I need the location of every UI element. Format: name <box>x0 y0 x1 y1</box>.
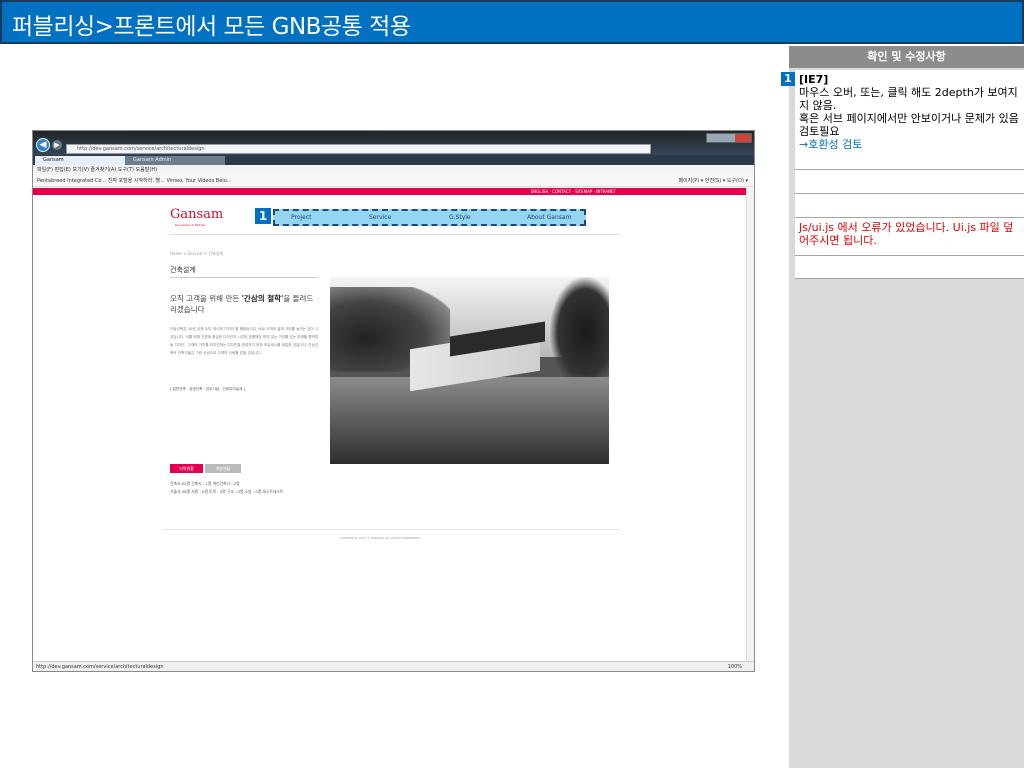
footer-divider <box>163 529 620 530</box>
status-bar: http://dev.gansam.com/service/architectu… <box>33 661 754 671</box>
tab-strip: Gansam Gansam Admin <box>33 155 754 165</box>
status-url: http://dev.gansam.com/service/architectu… <box>36 664 164 670</box>
note-row-2 <box>795 170 1024 194</box>
window-controls[interactable] <box>706 133 752 143</box>
logo-subtitle: Developer & Partner <box>175 223 206 227</box>
stats-line-1: 건축사:50명 건축사 : 1명 개인건축사 : 2명 <box>170 481 240 486</box>
browser-screenshot: ◀ ▶ http://dev.gansam.com/service/archit… <box>32 130 755 672</box>
notes-table: [IE7] 마우스 오버, 또는, 클릭 해도 2depth가 보여지지 않음.… <box>795 70 1024 279</box>
address-bar[interactable]: http://dev.gansam.com/service/architectu… <box>66 144 651 154</box>
tab-gansam-admin[interactable]: Gansam Admin <box>125 156 225 165</box>
review-panel: 확인 및 수정사항 [IE7] 마우스 오버, 또는, 클릭 해도 2depth… <box>789 46 1024 768</box>
headline-bold: '간삼의 철학' <box>241 294 284 303</box>
staff-stats: 건축사:50명 건축사 : 1명 개인건축사 : 2명 기술사:38명 사용 :… <box>170 480 283 496</box>
slide: 퍼블리싱>프론트에서 모든 GNB공통 적용 ◀ ▶ http://dev.ga… <box>0 0 1024 768</box>
slide-title: 퍼블리싱>프론트에서 모든 GNB공통 적용 <box>12 14 411 40</box>
note-line-1: 마우스 오버, 또는, 클릭 해도 2depth가 보여지지 않음. <box>799 86 1018 112</box>
back-arrow-icon[interactable]: ◀ <box>36 138 50 152</box>
panel-header: 확인 및 수정사항 <box>789 46 1024 68</box>
favorites-bar: Pentabreed Integrated Co... 진짜 포털을 시작하라.… <box>33 175 754 187</box>
service-tags: [ 일반건축 · 공공건축 · 업무시설 · 인테리어설계 ] <box>170 387 245 391</box>
site-page: Gansam Developer & Partner 1 Project Ser… <box>33 195 754 661</box>
breadcrumb[interactable]: Home > Service > 건축설계 <box>170 251 223 257</box>
stats-line-2: 기술사:38명 사용 : 0명 토목 : 0명 구조 : 0명 소방 : 0명 … <box>170 489 284 494</box>
toolbar-right[interactable]: 페이지(P) ▾ 안전(S) ▾ 도구(O) ▾ <box>678 175 748 187</box>
page-title: 건축설계 <box>170 266 196 274</box>
header-divider <box>170 234 620 235</box>
gnb-item-project[interactable]: Project <box>291 214 312 221</box>
note-badge: 1 <box>781 72 795 86</box>
gnb-menu: Project Service G.Style About Gansam <box>273 209 586 226</box>
building-photo <box>330 277 609 464</box>
gansam-logo[interactable]: Gansam <box>170 207 223 222</box>
site-top-strip: ENGLISH · CONTACT · SITEMAP · INTRANET <box>33 188 754 195</box>
body-text: 간삼건축은 30년 넘게 오직 '하나의 디자인'을 해왔습니다. 바로 고객의… <box>170 327 319 355</box>
close-icon[interactable] <box>735 134 751 142</box>
gnb-item-about[interactable]: About Gansam <box>527 214 571 221</box>
headline: 오직 고객을 위해 만든 '간삼의 철학'을 들려드리겠습니다 <box>170 293 320 315</box>
note-row-1: [IE7] 마우스 오버, 또는, 클릭 해도 2depth가 보여지지 않음.… <box>795 70 1024 170</box>
title-divider <box>170 277 318 278</box>
note-tag: [IE7] <box>799 73 829 86</box>
title-bar: 퍼블리싱>프론트에서 모든 GNB공통 적용 <box>0 0 1024 44</box>
region-status-button[interactable]: 지역현황 <box>170 464 203 473</box>
gnb-item-service[interactable]: Service <box>369 214 391 221</box>
site-top-links[interactable]: ENGLISH · CONTACT · SITEMAP · INTRANET <box>531 188 616 195</box>
note-link: →호환성 검토 <box>799 138 863 151</box>
note-row-4: Js/ui.js 에서 오류가 있었습니다. Ui.js 파일 덮어주시면 됩니… <box>795 218 1024 256</box>
copyright: COPYRIGHT 2012 © GANSAM ALL RIGHTS RESER… <box>340 536 421 540</box>
development-status-button[interactable]: 개발현황 <box>205 464 241 473</box>
note-row-5 <box>795 256 1024 279</box>
zoom-level[interactable]: 100% <box>728 662 742 671</box>
headline-part-1: 오직 고객을 위해 만든 <box>170 294 242 303</box>
gnb-badge: 1 <box>255 208 271 224</box>
gnb-item-gstyle[interactable]: G.Style <box>449 214 471 221</box>
forward-arrow-icon[interactable]: ▶ <box>52 140 62 150</box>
page-scrollbar[interactable] <box>746 188 754 661</box>
menu-bar[interactable]: 파일(F) 편집(E) 보기(V) 즐겨찾기(A) 도구(T) 도움말(H) <box>33 165 754 175</box>
favorites-links[interactable]: Pentabreed Integrated Co... 진짜 포털을 시작하라.… <box>37 178 231 184</box>
note-row-3 <box>795 194 1024 218</box>
tab-gansam[interactable]: Gansam <box>35 156 125 165</box>
note-line-2: 혹은 서브 페이지에서만 안보이거나 문제가 있음 검토필요 <box>799 112 1019 138</box>
